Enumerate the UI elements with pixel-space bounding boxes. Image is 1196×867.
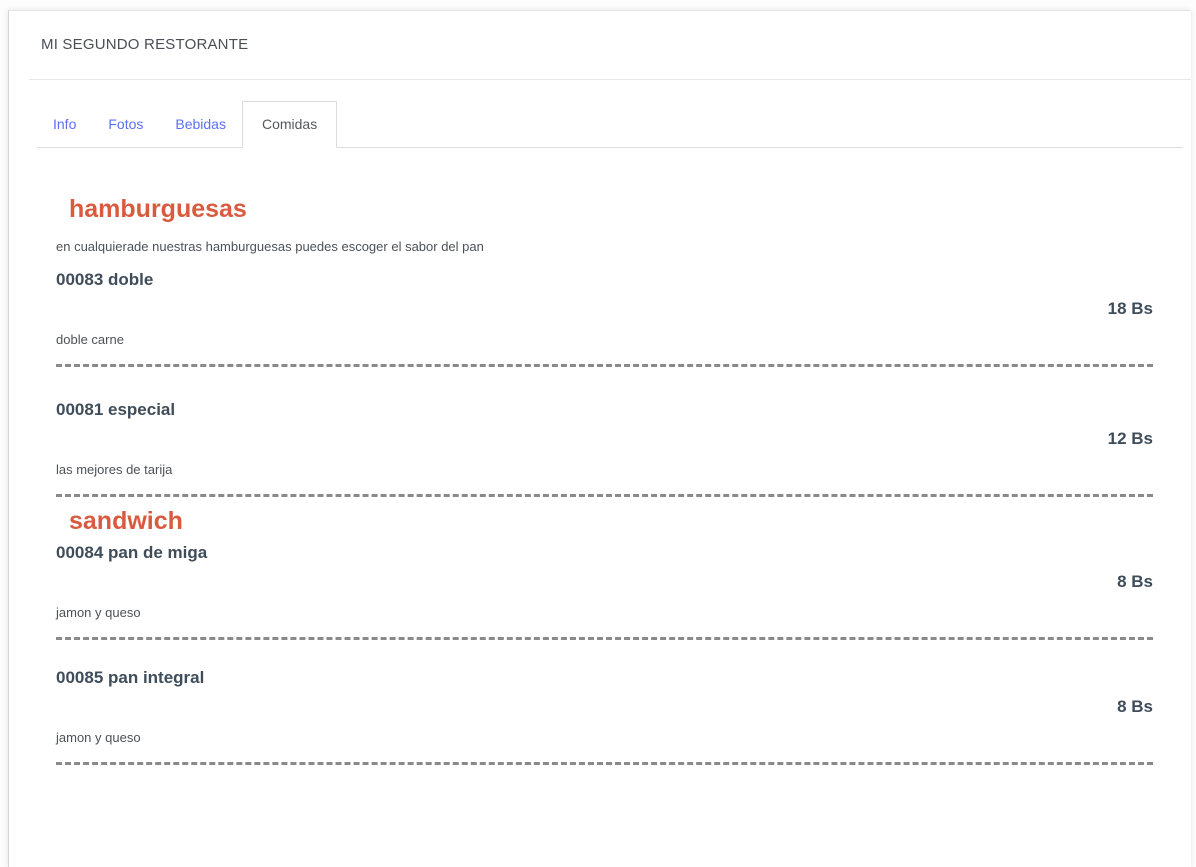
tab-bebidas[interactable]: Bebidas (159, 102, 242, 147)
restaurant-title: MI SEGUNDO RESTORANTE (41, 36, 249, 53)
page: MI SEGUNDO RESTORANTE Info Fotos Bebidas… (0, 0, 1196, 867)
card-header: MI SEGUNDO RESTORANTE (29, 11, 1191, 80)
item-divider (56, 762, 1153, 765)
item-name: 00081 especial (56, 400, 176, 419)
item-description: jamon y queso (56, 605, 141, 620)
menu-content: hamburguesas en cualquierade nuestras ha… (56, 193, 1153, 782)
category-description: en cualquierade nuestras hamburguesas pu… (56, 239, 484, 254)
menu-item: 00084 pan de miga 8 Bs jamon y queso (56, 527, 1153, 657)
item-divider (56, 364, 1153, 367)
item-price: 8 Bs (1117, 572, 1153, 591)
item-description: jamon y queso (56, 730, 141, 745)
menu-item: 00081 especial 12 Bs las mejores de tari… (56, 384, 1153, 514)
tab-fotos[interactable]: Fotos (92, 102, 159, 147)
category-title: hamburguesas (69, 195, 247, 223)
category-hamburguesas: hamburguesas en cualquierade nuestras ha… (56, 193, 1153, 514)
item-name: 00083 doble (56, 270, 154, 289)
menu-item: 00083 doble 18 Bs doble carne (56, 254, 1153, 384)
tab-comidas[interactable]: Comidas (241, 101, 338, 148)
item-price: 18 Bs (1107, 299, 1153, 318)
category-sandwich: sandwich 00084 pan de miga 8 Bs jamon y … (56, 505, 1153, 782)
item-name: 00085 pan integral (56, 668, 205, 687)
restaurant-card: MI SEGUNDO RESTORANTE Info Fotos Bebidas… (8, 10, 1191, 867)
item-divider (56, 637, 1153, 640)
tab-bar: Info Fotos Bebidas Comidas (37, 101, 1183, 148)
item-description: doble carne (56, 332, 124, 347)
menu-item: 00085 pan integral 8 Bs jamon y queso (56, 652, 1153, 782)
item-description: las mejores de tarija (56, 462, 173, 477)
item-divider (56, 494, 1153, 497)
tab-info[interactable]: Info (37, 102, 92, 147)
item-name: 00084 pan de miga (56, 543, 208, 562)
item-price: 8 Bs (1117, 697, 1153, 716)
item-price: 12 Bs (1107, 429, 1153, 448)
